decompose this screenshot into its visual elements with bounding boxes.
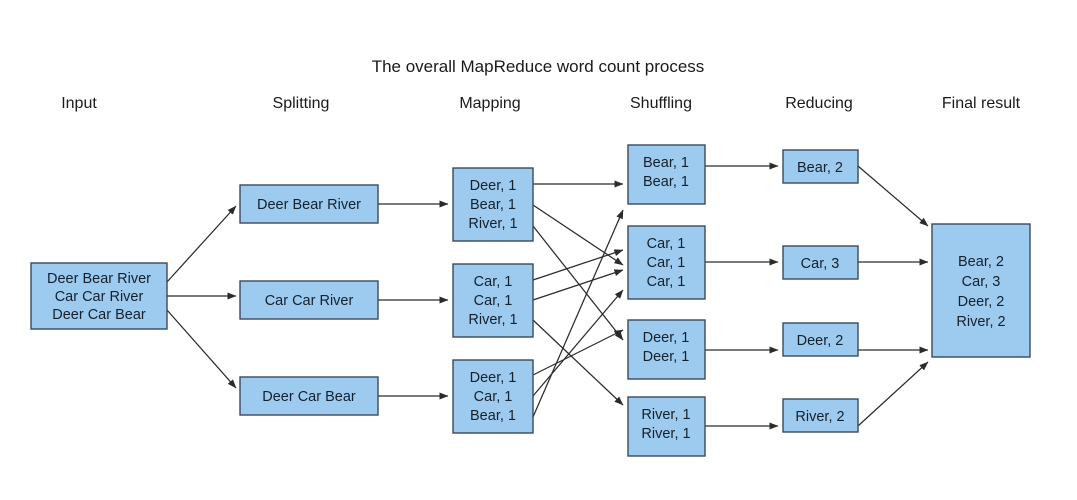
page-title: The overall MapReduce word count process [372,57,705,76]
mapping-box-2-line-1: Car, 1 [474,274,513,290]
input-box-line-2: Car Car River [55,289,144,305]
input-box-line-3: Deer Car Bear [52,307,146,323]
mapping-box-1-line-2: Bear, 1 [470,197,516,213]
edges-input-to-splitting [166,205,237,389]
reducing-box-car-line-1: Car, 3 [801,256,840,272]
column-header-mapping: Mapping [459,95,520,112]
shuffling-box-bear-line-1: Bear, 1 [643,155,689,171]
mapping-box-1-line-1: Deer, 1 [470,178,517,194]
splitting-box-2[interactable]: Car Car River [239,280,379,320]
edges-reducing-to-final [857,165,929,427]
final-result-box-rect[interactable] [931,223,1031,358]
edge-map3-shuffle-car3 [532,289,624,397]
edge-reduce-bear-final [857,165,929,227]
splitting-box-1-line-1: Deer Bear River [257,197,361,213]
shuffling-box-deer[interactable]: Deer, 1 Deer, 1 [627,319,706,380]
final-result-line-2: Car, 3 [962,274,1001,290]
shuffling-box-deer-line-2: Deer, 1 [643,349,690,365]
column-header-splitting: Splitting [273,95,330,112]
final-result-line-3: Deer, 2 [958,294,1005,310]
final-result-box[interactable]: Bear, 2 Car, 3 Deer, 2 River, 2 [931,223,1031,358]
reducing-box-bear-line-1: Bear, 2 [797,160,843,176]
shuffling-box-river[interactable]: River, 1 River, 1 [627,396,706,457]
splitting-box-1[interactable]: Deer Bear River [239,184,379,224]
column-header-reducing: Reducing [785,95,853,112]
mapping-box-2-line-2: Car, 1 [474,293,513,309]
input-box-line-1: Deer Bear River [47,271,151,287]
edge-map2-shuffle-car1 [532,249,624,281]
mapping-box-3-line-2: Car, 1 [474,389,513,405]
edge-map1-shuffle-river [532,225,624,341]
reducing-box-bear[interactable]: Bear, 2 [782,149,859,184]
edges-splitting-to-mapping [378,200,449,400]
stage-mapping: Deer, 1 Bear, 1 River, 1 Car, 1 Car, 1 R… [452,167,534,434]
edge-map3-shuffle-deer [532,329,624,376]
column-header-final-result: Final result [942,95,1021,112]
shuffling-box-car-line-1: Car, 1 [647,236,686,252]
mapping-box-1[interactable]: Deer, 1 Bear, 1 River, 1 [452,167,534,242]
edge-map2-shuffle-river [532,319,624,406]
edge-map1-shuffle-deer [532,204,624,266]
shuffling-box-river-line-2: River, 1 [641,426,690,442]
edge-map3-shuffle-bear [532,209,624,418]
mapping-box-2-line-3: River, 1 [468,312,517,328]
edge-input-split1 [166,205,237,283]
reducing-box-car[interactable]: Car, 3 [782,245,859,280]
splitting-box-3[interactable]: Deer Car Bear [239,376,379,416]
splitting-box-3-line-1: Deer Car Bear [262,389,356,405]
final-result-line-1: Bear, 2 [958,254,1004,270]
mapping-box-2[interactable]: Car, 1 Car, 1 River, 1 [452,263,534,338]
shuffling-box-car-line-2: Car, 1 [647,255,686,271]
reducing-box-deer-line-1: Deer, 2 [797,333,844,349]
final-result-line-4: River, 2 [956,314,1005,330]
mapping-box-3-line-3: Bear, 1 [470,408,516,424]
shuffling-box-river-line-1: River, 1 [641,407,690,423]
edges-shuffling-to-reducing [705,162,779,430]
shuffling-box-bear[interactable]: Bear, 1 Bear, 1 [627,144,706,205]
stage-shuffling: Bear, 1 Bear, 1 Car, 1 Car, 1 Car, 1 Dee… [627,144,706,457]
reducing-box-deer[interactable]: Deer, 2 [782,322,859,357]
splitting-box-2-line-1: Car Car River [265,293,354,309]
stage-input: Deer Bear River Car Car River Deer Car B… [30,262,168,330]
shuffling-box-car-line-3: Car, 1 [647,274,686,290]
reducing-box-river-line-1: River, 2 [795,409,844,425]
edge-input-split3 [166,309,237,389]
edge-reduce-river-final [857,361,929,427]
mapreduce-flow-diagram: The overall MapReduce word count process… [30,57,1031,457]
stage-splitting: Deer Bear River Car Car River Deer Car B… [239,184,379,416]
column-header-input: Input [61,95,97,112]
reducing-box-river[interactable]: River, 2 [782,398,859,433]
input-box[interactable]: Deer Bear River Car Car River Deer Car B… [30,262,168,330]
column-header-shuffling: Shuffling [630,95,692,112]
stage-final-result: Bear, 2 Car, 3 Deer, 2 River, 2 [931,223,1031,358]
shuffling-box-car[interactable]: Car, 1 Car, 1 Car, 1 [627,225,706,300]
mapping-box-3[interactable]: Deer, 1 Car, 1 Bear, 1 [452,359,534,434]
mapping-box-1-line-3: River, 1 [468,216,517,232]
shuffling-box-bear-line-2: Bear, 1 [643,174,689,190]
stage-reducing: Bear, 2 Car, 3 Deer, 2 River, 2 [782,149,859,433]
edge-map2-shuffle-car2 [532,269,624,301]
edges-mapping-to-shuffling [532,180,624,418]
mapping-box-3-line-1: Deer, 1 [470,370,517,386]
shuffling-box-deer-line-1: Deer, 1 [643,330,690,346]
